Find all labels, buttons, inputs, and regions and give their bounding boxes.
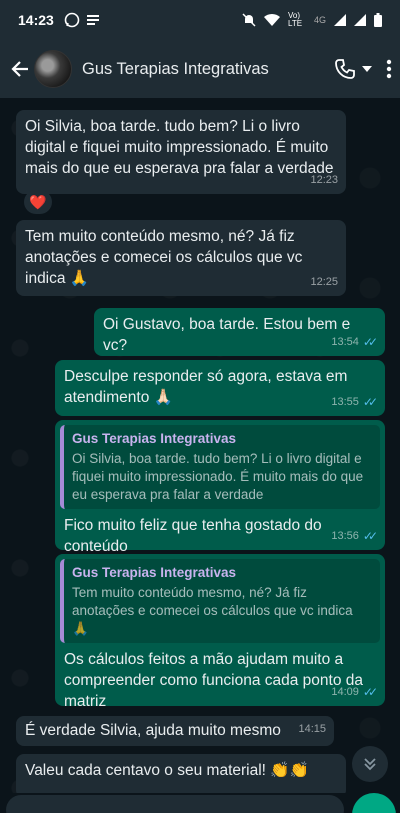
whatsapp-icon — [64, 12, 80, 28]
signal-icon — [334, 14, 346, 26]
quoted-message[interactable]: Gus Terapias Integrativas Oi Silvia, boa… — [60, 425, 380, 509]
quoted-text: Tem muito conteúdo mesmo, né? Já fiz ano… — [72, 585, 353, 636]
message-incoming[interactable]: Valeu cada centavo o seu material! 👏👏 — [16, 754, 346, 793]
battery-icon — [374, 13, 382, 27]
read-ticks-icon: ✓✓ — [362, 395, 378, 409]
message-incoming[interactable]: Oi Silvia, boa tarde. tudo bem? Li o liv… — [16, 110, 346, 194]
message-outgoing-reply[interactable]: Gus Terapias Integrativas Tem muito cont… — [55, 554, 385, 710]
contact-avatar[interactable] — [34, 50, 72, 88]
mic-button[interactable] — [352, 793, 396, 813]
message-time: 12:25 — [310, 276, 338, 288]
read-ticks-icon: ✓✓ — [362, 335, 378, 349]
message-text: Desculpe responder só agora, estava em a… — [64, 368, 348, 406]
message-outgoing-reply[interactable]: Gus Terapias Integrativas Oi Silvia, boa… — [55, 420, 385, 555]
message-input[interactable] — [6, 795, 344, 813]
message-reaction[interactable]: ❤️ — [24, 190, 52, 214]
message-time: 14:15 — [298, 723, 326, 735]
message-outgoing[interactable]: Desculpe responder só agora, estava em a… — [55, 360, 385, 416]
message-incoming[interactable]: Tem muito conteúdo mesmo, né? Já fiz ano… — [16, 220, 346, 296]
message-time: 14:09 — [331, 686, 359, 698]
chat-area[interactable]: Oi Silvia, boa tarde. tudo bem? Li o liv… — [0, 98, 400, 793]
message-outgoing[interactable]: Oi Gustavo, boa tarde. Estou bem e vc? 1… — [94, 308, 385, 356]
network-type: 4G — [313, 15, 326, 25]
more-options-icon[interactable] — [386, 59, 392, 79]
scroll-to-bottom-button[interactable] — [352, 746, 388, 782]
message-text: Tem muito conteúdo mesmo, né? Já fiz ano… — [25, 228, 303, 287]
mute-bell-icon — [242, 13, 256, 27]
chat-header: Gus Terapias Integrativas — [0, 40, 400, 98]
back-arrow-icon[interactable] — [8, 57, 32, 81]
message-incoming[interactable]: É verdade Silvia, ajuda muito mesmo 14:1… — [16, 716, 334, 746]
message-text: É verdade Silvia, ajuda muito mesmo — [25, 722, 281, 739]
notification-list-icon — [86, 15, 99, 25]
contact-name[interactable]: Gus Terapias Integrativas — [82, 60, 334, 79]
quoted-message[interactable]: Gus Terapias Integrativas Tem muito cont… — [60, 559, 380, 643]
message-time: 13:56 — [331, 530, 359, 542]
message-time: 13:55 — [331, 396, 359, 408]
notification-icons — [64, 12, 100, 28]
message-text: Valeu cada centavo o seu material! 👏👏 — [25, 762, 309, 779]
status-bar: 14:23 Vo) LTE 4G — [0, 0, 400, 40]
read-ticks-icon: ✓✓ — [362, 685, 378, 699]
message-time: 13:54 — [331, 336, 359, 348]
phone-icon — [335, 59, 355, 79]
composer-bar — [0, 793, 400, 813]
chevron-down-icon — [362, 66, 372, 72]
status-time: 14:23 — [18, 12, 54, 28]
read-ticks-icon: ✓✓ — [362, 529, 378, 543]
system-icons: Vo) LTE 4G — [242, 12, 382, 28]
message-time: 12:23 — [310, 174, 338, 186]
quoted-text: Oi Silvia, boa tarde. tudo bem? Li o liv… — [72, 451, 364, 502]
call-button[interactable] — [334, 58, 372, 80]
volte-label: Vo) LTE — [287, 11, 303, 28]
signal-icon-2 — [354, 14, 366, 26]
wifi-icon — [263, 13, 280, 26]
message-text: Oi Silvia, boa tarde. tudo bem? Li o liv… — [25, 118, 334, 177]
quoted-author: Gus Terapias Integrativas — [72, 431, 237, 446]
double-chevron-down-icon — [364, 758, 376, 771]
quoted-author: Gus Terapias Integrativas — [72, 565, 237, 580]
